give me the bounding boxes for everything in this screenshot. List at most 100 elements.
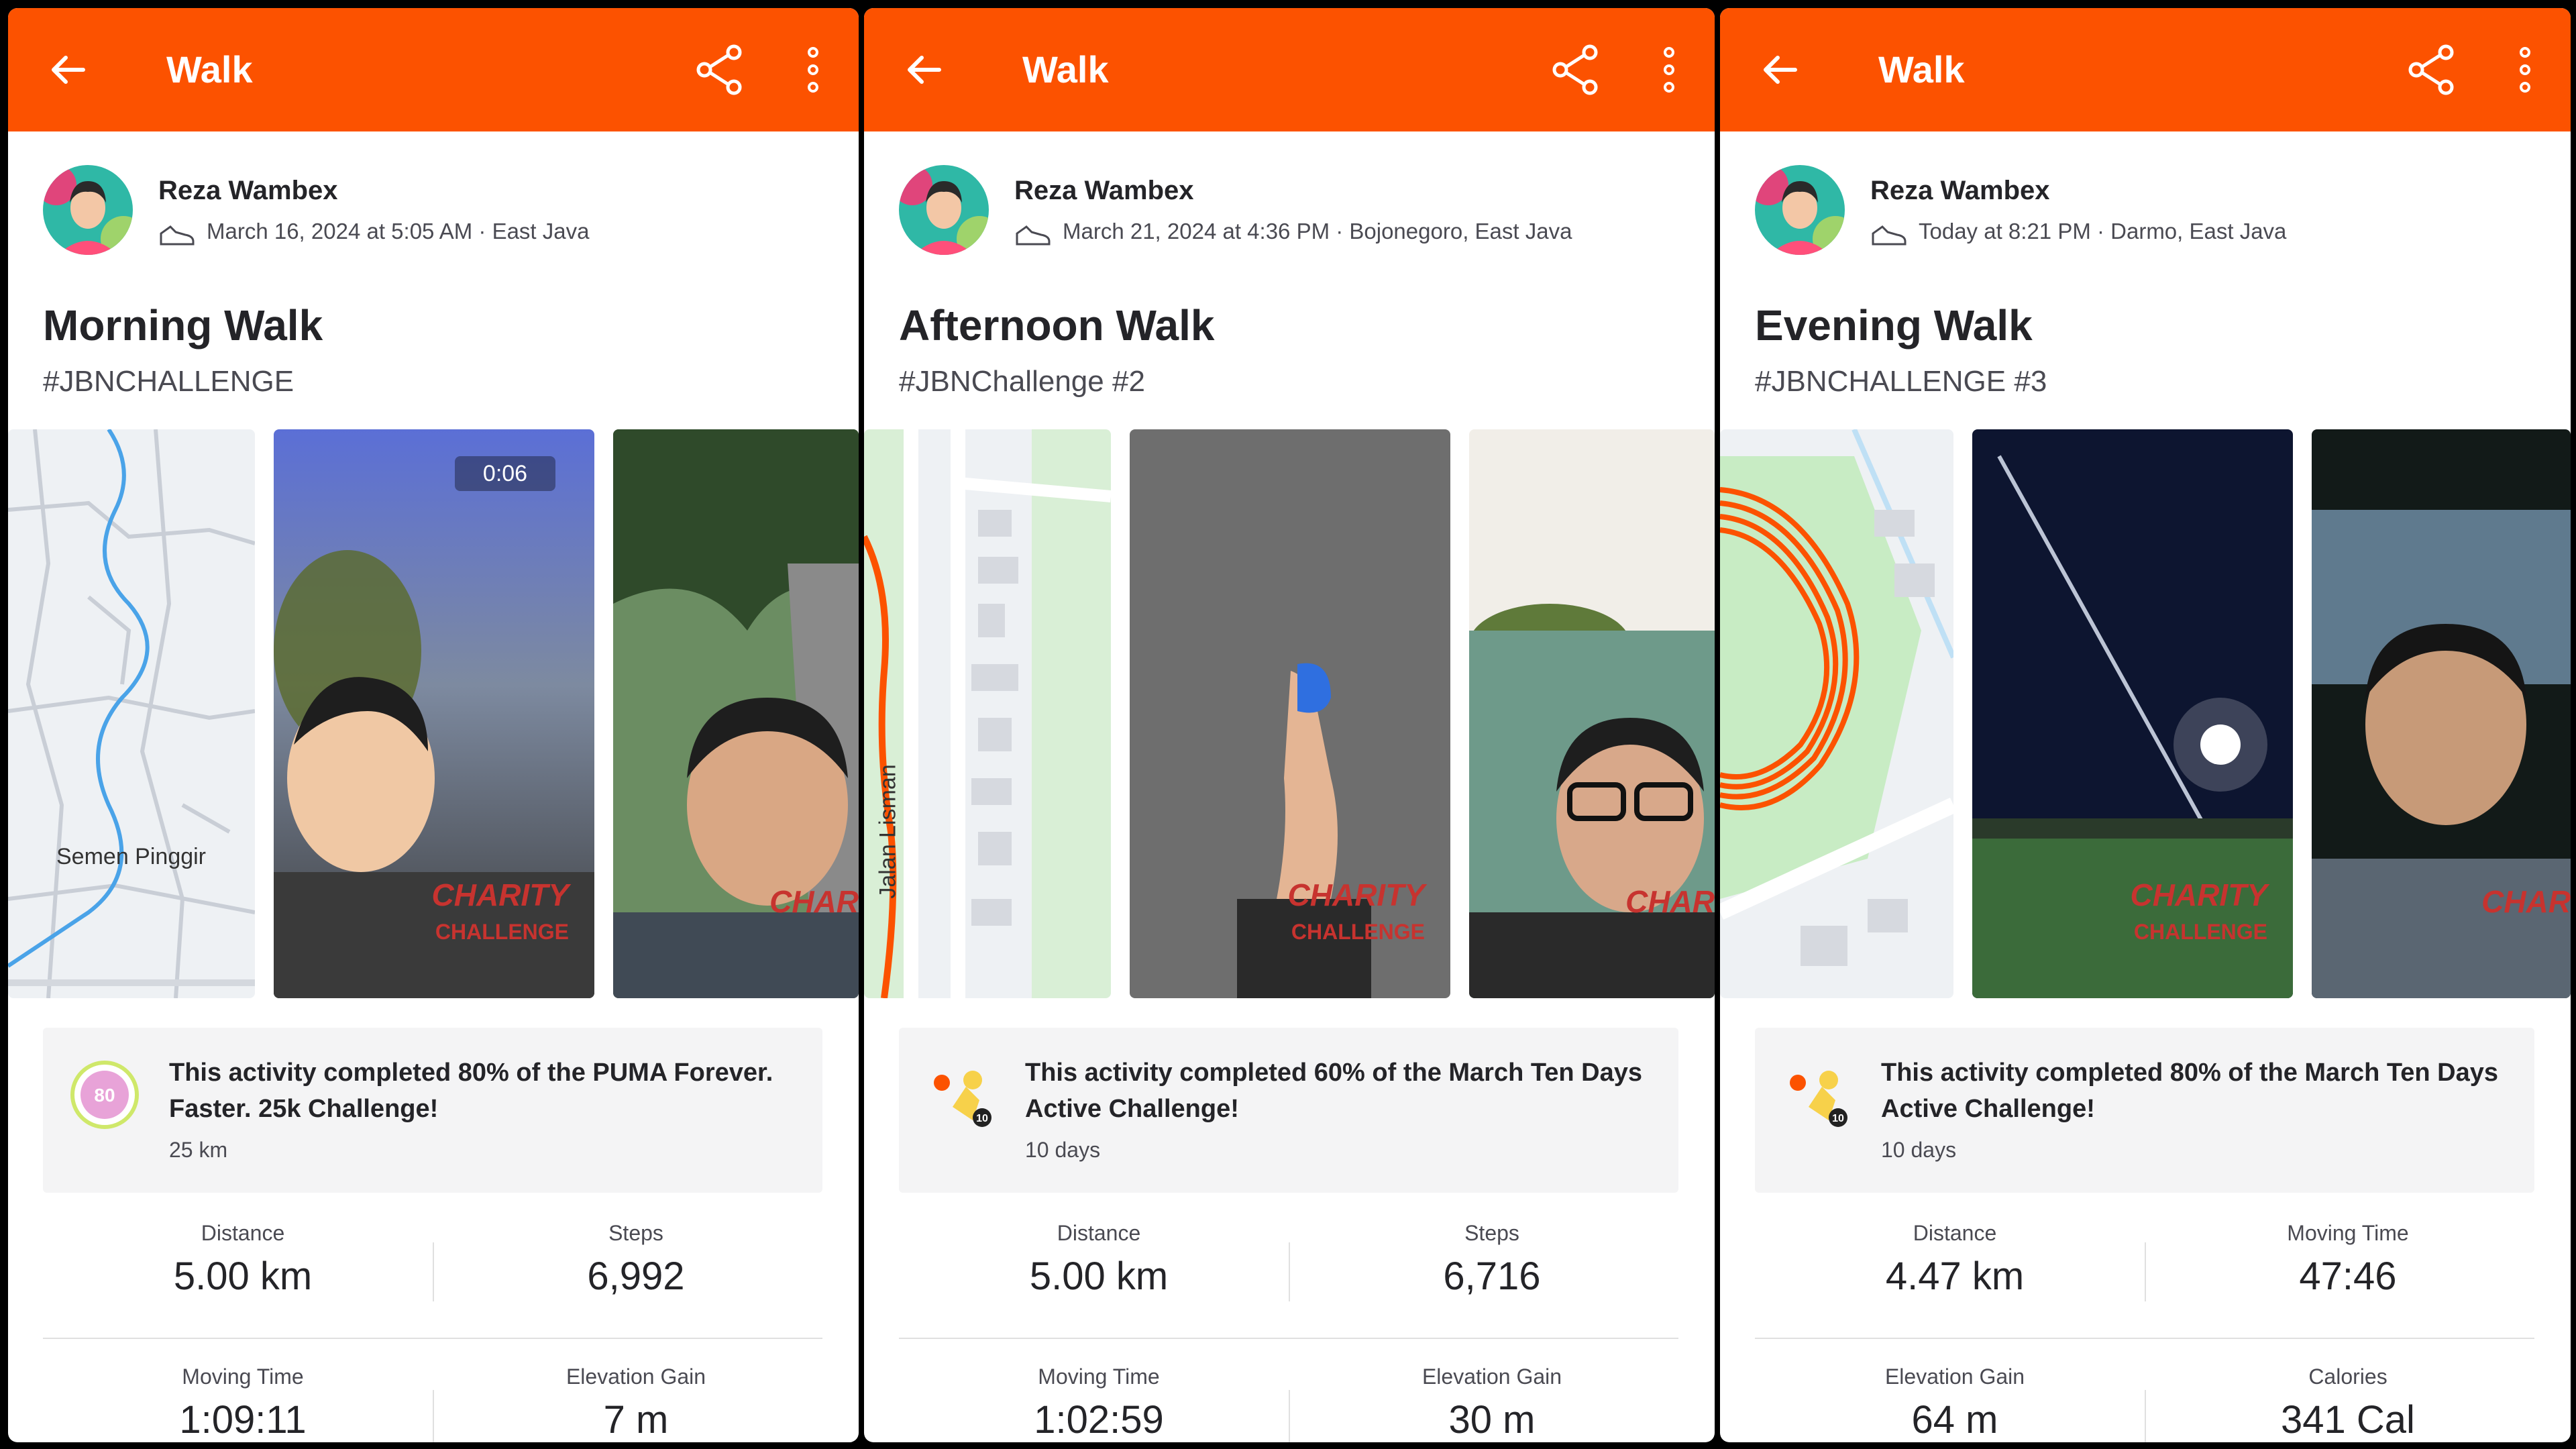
share-icon[interactable] [1548, 43, 1602, 97]
stat-moving-time: Moving Time 47:46 [2160, 1221, 2536, 1299]
share-icon[interactable] [692, 43, 746, 97]
stat-value: 47:46 [2299, 1254, 2397, 1298]
stat-row-divider [43, 1338, 822, 1339]
header-title: Walk [1022, 48, 1109, 91]
svg-text:CHALLENGE: CHALLENGE [435, 920, 569, 944]
activity-meta: March 21, 2024 at 4:36 PM · Bojonegoro, … [1063, 219, 1572, 244]
activity-description: #JBNChallenge #2 [899, 365, 1145, 398]
svg-text:CHAR: CHAR [1625, 884, 1715, 919]
activity-title: Evening Walk [1755, 301, 2033, 350]
svg-text:10: 10 [976, 1113, 988, 1124]
activity-description: #JBNCHALLENGE [43, 365, 294, 398]
route-map[interactable]: Jalan Lisman [864, 429, 1111, 998]
stat-label: Elevation Gain [1421, 1364, 1562, 1389]
athlete-name[interactable]: Reza Wambex [1870, 176, 2050, 206]
challenge-card[interactable]: 80 This activity completed 80% of the PU… [43, 1028, 822, 1193]
media-photo[interactable]: CHARITY CHALLENGE [1130, 429, 1450, 998]
svg-text:CHARITY: CHARITY [432, 877, 572, 912]
stat-calories: Calories 341 Cal [2160, 1364, 2536, 1442]
media-photo[interactable]: CHAR [613, 429, 859, 998]
avatar[interactable] [1755, 165, 1845, 255]
activity-meta: March 16, 2024 at 5:05 AM · East Java [207, 219, 590, 244]
stat-value: 6,716 [1443, 1254, 1541, 1298]
media-carousel[interactable]: CHARITY CHALLENGE CHAR [1720, 429, 2571, 998]
back-arrow-icon[interactable] [47, 48, 90, 91]
stat-label: Moving Time [1038, 1364, 1160, 1389]
stat-value: 64 m [1911, 1398, 1998, 1442]
app-header: Walk [1720, 8, 2571, 131]
share-icon[interactable] [2404, 43, 2458, 97]
walking-shoe-icon [160, 225, 195, 246]
media-photo[interactable]: CHAR [2312, 429, 2571, 998]
stat-label: Elevation Gain [1884, 1364, 2025, 1389]
stat-value: 6,992 [587, 1254, 685, 1298]
stat-steps: Steps 6,716 [1304, 1221, 1680, 1299]
video-duration-badge: 0:06 [455, 456, 555, 491]
header-title: Walk [1878, 48, 1965, 91]
svg-text:CHALLENGE: CHALLENGE [2134, 920, 2267, 944]
more-options-icon[interactable] [800, 43, 826, 97]
stat-label: Calories [2308, 1364, 2387, 1389]
more-options-icon[interactable] [2512, 43, 2538, 97]
media-photo[interactable]: CHARITY CHALLENGE [1972, 429, 2293, 998]
back-arrow-icon[interactable] [1759, 48, 1802, 91]
stat-label: Moving Time [182, 1364, 304, 1389]
stat-value: 341 Cal [2281, 1398, 2415, 1442]
back-arrow-icon[interactable] [903, 48, 946, 91]
stat-label: Distance [201, 1221, 285, 1245]
stat-divider [2145, 1390, 2146, 1442]
challenge-subtext: 10 days [1881, 1138, 1957, 1162]
activity-panel-evening: Walk Reza Wambex Today at 8:21 PM · Darm… [1720, 8, 2571, 1442]
activity-title: Morning Walk [43, 301, 323, 350]
stat-elevation-gain: Elevation Gain 64 m [1767, 1364, 2143, 1442]
stat-divider [1289, 1390, 1290, 1442]
march-ten-days-badge-icon: 10 [1790, 1071, 1847, 1127]
stat-label: Steps [608, 1221, 663, 1245]
challenge-subtext: 25 km [169, 1138, 228, 1162]
march-ten-days-badge-icon: 10 [934, 1071, 991, 1127]
stat-label: Distance [1913, 1221, 1997, 1245]
stat-row-divider [899, 1338, 1678, 1339]
svg-text:10: 10 [1832, 1113, 1844, 1124]
stat-distance: Distance 5.00 km [911, 1221, 1287, 1299]
stat-label: Elevation Gain [566, 1364, 706, 1389]
stat-steps: Steps 6,992 [448, 1221, 824, 1299]
avatar[interactable] [899, 165, 989, 255]
stat-divider [433, 1242, 434, 1301]
route-map[interactable]: Semen Pinggir [8, 429, 255, 998]
route-map[interactable] [1720, 429, 1953, 998]
svg-text:CHAR: CHAR [2481, 884, 2571, 919]
stat-value: 30 m [1448, 1398, 1536, 1442]
stat-row-divider [1755, 1338, 2534, 1339]
avatar[interactable] [43, 165, 133, 255]
media-carousel[interactable]: Semen Pinggir CHARITY CHALLENGE 0:06 CHA… [8, 429, 859, 998]
stat-value: 1:09:11 [179, 1398, 307, 1442]
activity-description: #JBNCHALLENGE #3 [1755, 365, 2047, 398]
map-street-label: Jalan Lisman [875, 764, 901, 899]
media-photo[interactable]: CHARITY CHALLENGE 0:06 [274, 429, 594, 998]
athlete-name[interactable]: Reza Wambex [1014, 176, 1194, 206]
stat-value: 5.00 km [173, 1254, 313, 1298]
more-options-icon[interactable] [1656, 43, 1682, 97]
stat-value: 1:02:59 [1034, 1398, 1164, 1442]
challenge-card[interactable]: 10 This activity completed 80% of the Ma… [1755, 1028, 2534, 1193]
media-photo[interactable]: CHAR [1469, 429, 1715, 998]
stat-value: 7 m [603, 1398, 669, 1442]
media-carousel[interactable]: Jalan Lisman CHARITY CHALLENGE CHAR [864, 429, 1715, 998]
challenge-text: This activity completed 60% of the March… [1025, 1059, 1642, 1123]
stat-divider [1289, 1242, 1290, 1301]
stat-distance: Distance 5.00 km [55, 1221, 431, 1299]
stat-elevation-gain: Elevation Gain 30 m [1304, 1364, 1680, 1442]
svg-text:CHARITY: CHARITY [1288, 877, 1428, 912]
stat-label: Steps [1464, 1221, 1519, 1245]
challenge-card[interactable]: 10 This activity completed 60% of the Ma… [899, 1028, 1678, 1193]
athlete-name[interactable]: Reza Wambex [158, 176, 338, 206]
stat-value: 5.00 km [1029, 1254, 1169, 1298]
stat-value: 4.47 km [1885, 1254, 2025, 1298]
app-header: Walk [8, 8, 859, 131]
stat-moving-time: Moving Time 1:09:11 [55, 1364, 431, 1442]
stat-label: Moving Time [2287, 1221, 2409, 1245]
svg-text:CHALLENGE: CHALLENGE [1291, 920, 1425, 944]
header-title: Walk [166, 48, 253, 91]
stat-distance: Distance 4.47 km [1767, 1221, 2143, 1299]
